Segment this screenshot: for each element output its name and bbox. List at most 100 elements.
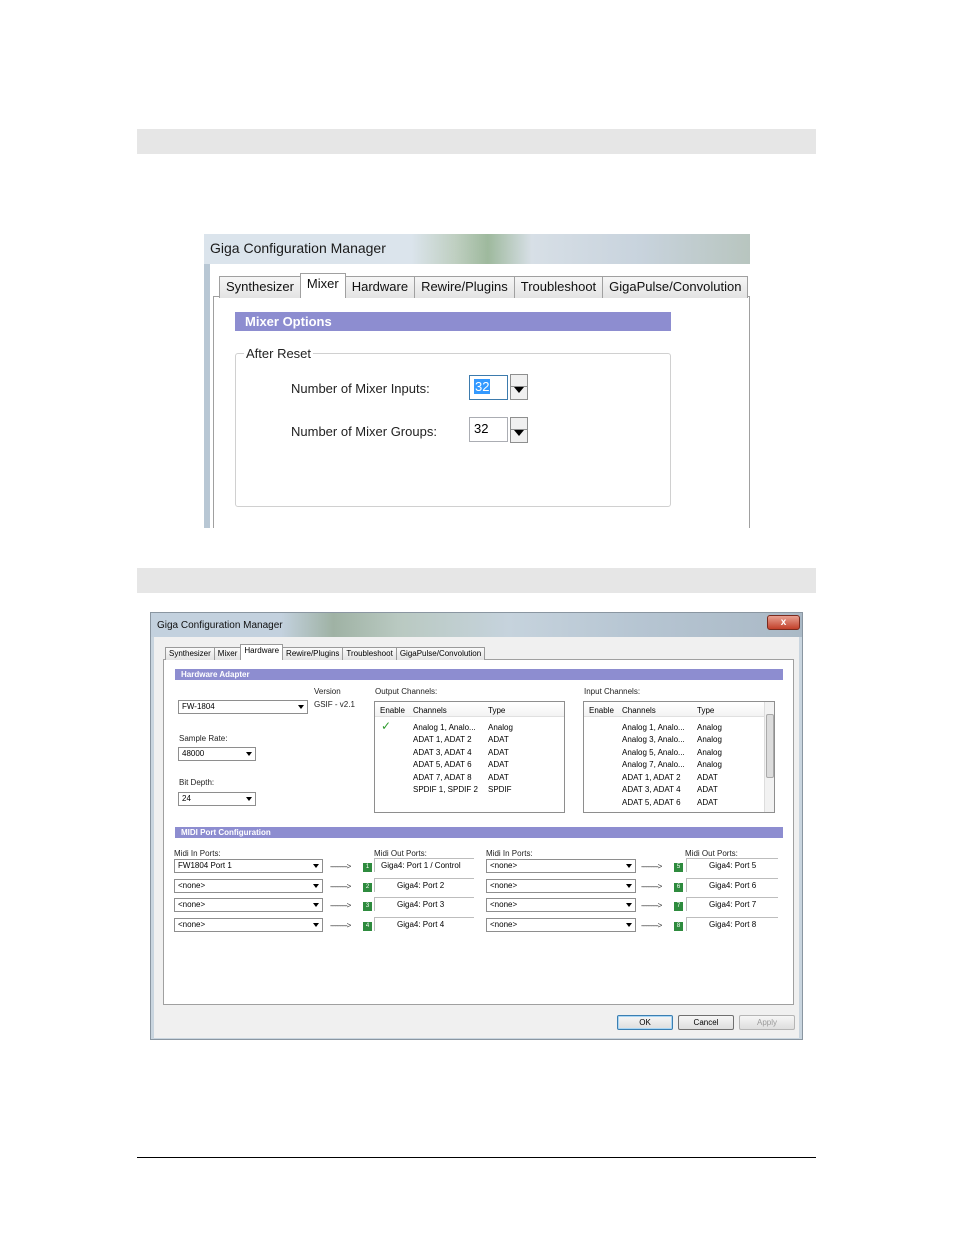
chevron-down-icon xyxy=(246,797,252,801)
arrow-connector: ----------> xyxy=(330,901,351,910)
spin-up-button[interactable] xyxy=(511,375,527,387)
tab-strip: Synthesizer Mixer Hardware Rewire/Plugin… xyxy=(165,644,486,660)
mixer-groups-spinner[interactable] xyxy=(510,417,528,443)
section-header-bar-1 xyxy=(137,129,816,154)
list-item[interactable]: ADAT 1, ADAT 2 ADAT xyxy=(375,733,564,745)
chevron-down-icon xyxy=(313,864,319,868)
midi-in-select-6[interactable]: <none> xyxy=(486,879,636,893)
channel-type: ADAT xyxy=(697,773,718,782)
channel-type: ADAT xyxy=(488,773,509,782)
ok-button[interactable]: OK xyxy=(617,1015,673,1030)
channel-type: ADAT xyxy=(697,785,718,794)
list-item[interactable]: ADAT 5, ADAT 6 ADAT xyxy=(375,758,564,770)
mixer-inputs-field[interactable]: 32 xyxy=(469,375,508,400)
col-channels: Channels xyxy=(413,706,447,715)
tab-mixer[interactable]: Mixer xyxy=(299,273,346,298)
tab-strip: Synthesizer Mixer Hardware Rewire/Plugin… xyxy=(219,273,749,298)
midi-in-select-8[interactable]: <none> xyxy=(486,918,636,932)
midi-out-port-5: Giga4: Port 5 xyxy=(686,858,778,872)
tab-gigapulse-convolution[interactable]: GigaPulse/Convolution xyxy=(602,276,749,298)
output-channels-label: Output Channels: xyxy=(375,687,438,696)
tab-gigapulse-convolution[interactable]: GigaPulse/Convolution xyxy=(395,647,486,660)
dialog-body: Synthesizer Mixer Hardware Rewire/Plugin… xyxy=(154,637,799,1038)
scrollbar-thumb[interactable] xyxy=(766,714,774,778)
list-item[interactable]: SPDIF 1, SPDIF 2 SPDIF xyxy=(375,783,564,795)
close-button[interactable]: x xyxy=(767,615,800,630)
midi-in-select-7[interactable]: <none> xyxy=(486,898,636,912)
tab-synthesizer[interactable]: Synthesizer xyxy=(165,647,215,660)
channel-type: Analog xyxy=(697,723,722,732)
list-item[interactable]: ADAT 3, ADAT 4 ADAT xyxy=(375,746,564,758)
scrollbar[interactable] xyxy=(764,702,774,812)
channel-type: Analog xyxy=(697,760,722,769)
channel-name: ADAT 3, ADAT 4 xyxy=(622,785,681,794)
cancel-button[interactable]: Cancel xyxy=(678,1015,734,1030)
midi-in-select-1[interactable]: FW1804 Port 1 xyxy=(174,859,323,873)
list-item[interactable]: ADAT 1, ADAT 2 ADAT xyxy=(584,771,774,783)
input-list-header: Enable Channels Type xyxy=(584,702,774,717)
tab-hardware[interactable]: Hardware xyxy=(344,276,416,298)
port-number-badge: 4 xyxy=(363,922,372,931)
midi-in-value: <none> xyxy=(490,861,518,870)
checkmark-icon[interactable]: ✓ xyxy=(381,720,391,732)
channel-type: ADAT xyxy=(488,735,509,744)
channel-name: ADAT 1, ADAT 2 xyxy=(622,773,681,782)
mixer-screenshot: Giga Configuration Manager Synthesizer M… xyxy=(204,234,750,528)
midi-out-port-2: Giga4: Port 2 xyxy=(374,878,474,892)
port-number-badge: 6 xyxy=(674,883,683,892)
list-item[interactable]: ADAT 7, ADAT 8 ADAT xyxy=(375,771,564,783)
sample-rate-value: 48000 xyxy=(182,749,205,758)
list-item[interactable]: Analog 1, Analo... Analog xyxy=(584,721,774,733)
midi-in-select-5[interactable]: <none> xyxy=(486,859,636,873)
channel-name: Analog 3, Analo... xyxy=(622,735,685,744)
bit-depth-label: Bit Depth: xyxy=(179,778,215,787)
midi-in-select-2[interactable]: <none> xyxy=(174,879,323,893)
after-reset-label: After Reset xyxy=(244,346,314,361)
spin-up-button[interactable] xyxy=(511,418,527,430)
tab-mixer[interactable]: Mixer xyxy=(213,647,242,660)
list-item[interactable]: ADAT 5, ADAT 6 ADAT xyxy=(584,796,774,808)
output-channels-list[interactable]: Enable Channels Type ✓ Analog 1, Analo..… xyxy=(374,701,565,813)
tab-troubleshoot[interactable]: Troubleshoot xyxy=(513,276,604,298)
footer-rule xyxy=(137,1157,816,1158)
hardware-adapter-header: Hardware Adapter xyxy=(175,669,783,680)
tab-rewire-plugins[interactable]: Rewire/Plugins xyxy=(282,647,344,660)
mixer-inputs-spinner[interactable] xyxy=(510,374,528,400)
sample-rate-select[interactable]: 48000 xyxy=(178,747,256,761)
midi-out-port-7: Giga4: Port 7 xyxy=(686,897,778,911)
channel-name: Analog 1, Analo... xyxy=(413,723,476,732)
channel-type: ADAT xyxy=(488,760,509,769)
input-channels-list[interactable]: Enable Channels Type Analog 1, Analo... … xyxy=(583,701,775,813)
midi-out-port-8: Giga4: Port 8 xyxy=(686,917,778,931)
tab-troubleshoot[interactable]: Troubleshoot xyxy=(342,647,397,660)
spin-down-button[interactable] xyxy=(511,387,527,399)
port-number-badge: 8 xyxy=(674,922,683,931)
tab-rewire-plugins[interactable]: Rewire/Plugins xyxy=(414,276,515,298)
apply-button[interactable]: Apply xyxy=(739,1015,795,1030)
tab-hardware[interactable]: Hardware xyxy=(240,644,284,660)
channel-type: Analog xyxy=(488,723,513,732)
arrow-up-icon xyxy=(514,375,524,387)
list-item[interactable]: Analog 3, Analo... Analog xyxy=(584,733,774,745)
version-label: Version xyxy=(314,687,341,696)
midi-out-port-4: Giga4: Port 4 xyxy=(374,917,474,931)
midi-in-select-4[interactable]: <none> xyxy=(174,918,323,932)
list-item[interactable]: ✓ Analog 1, Analo... Analog xyxy=(375,720,564,733)
chevron-down-icon xyxy=(626,923,632,927)
adapter-select[interactable]: FW-1804 xyxy=(178,700,308,714)
list-item[interactable]: Analog 5, Analo... Analog xyxy=(584,746,774,758)
list-item[interactable]: Analog 7, Analo... Analog xyxy=(584,758,774,770)
chevron-down-icon xyxy=(246,752,252,756)
port-number-badge: 5 xyxy=(674,863,683,872)
port-number-badge: 2 xyxy=(363,883,372,892)
channel-type: Analog xyxy=(697,748,722,757)
spin-down-button[interactable] xyxy=(511,430,527,442)
midi-in-value: <none> xyxy=(490,881,518,890)
mixer-groups-field[interactable]: 32 xyxy=(469,417,508,442)
midi-in-select-3[interactable]: <none> xyxy=(174,898,323,912)
bit-depth-select[interactable]: 24 xyxy=(178,792,256,806)
list-item[interactable]: ADAT 3, ADAT 4 ADAT xyxy=(584,783,774,795)
tab-synthesizer[interactable]: Synthesizer xyxy=(219,276,301,298)
arrow-down-icon xyxy=(514,430,524,442)
midi-in-value: FW1804 Port 1 xyxy=(178,861,232,870)
